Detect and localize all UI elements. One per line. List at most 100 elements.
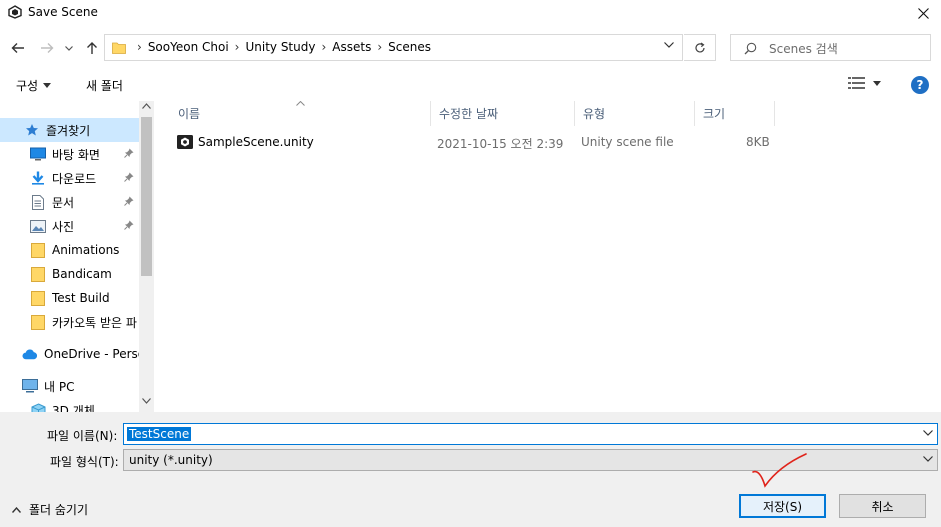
hide-folders-button[interactable]: 폴더 숨기기 — [12, 501, 88, 518]
pin-icon — [124, 148, 134, 158]
toolbar: 구성 새 폴더 — [0, 70, 941, 98]
refresh-icon — [694, 42, 706, 54]
table-row[interactable]: SampleScene.unity 2021-10-15 오전 2:39 Uni… — [170, 131, 770, 153]
scrollbar-thumb[interactable] — [141, 117, 152, 276]
pin-icon — [124, 220, 134, 230]
forward-button[interactable] — [37, 38, 57, 58]
filename-input[interactable]: TestScene — [123, 423, 938, 445]
file-list: 이름 수정한 날짜 유형 크기 SampleScene.unity 2021-1… — [156, 101, 941, 412]
folder-icon — [30, 290, 46, 306]
help-icon[interactable]: ? — [911, 76, 929, 94]
chevron-down-icon — [664, 42, 674, 48]
pin-icon — [124, 196, 134, 206]
file-name: SampleScene.unity — [198, 135, 314, 149]
filetype-select[interactable]: unity (*.unity) — [123, 449, 938, 471]
search-icon — [744, 42, 757, 55]
sidebar-item-label: Test Build — [52, 291, 110, 305]
file-size: 8KB — [746, 135, 770, 149]
recent-locations-button[interactable] — [61, 38, 77, 58]
folder-icon — [30, 314, 46, 330]
arrow-left-icon — [11, 42, 25, 54]
filename-value: TestScene — [127, 427, 192, 441]
file-modified: 2021-10-15 오전 2:39 — [437, 137, 564, 151]
sidebar-item-animations[interactable]: Animations — [0, 238, 139, 262]
sidebar-item-documents[interactable]: 문서 — [0, 190, 139, 214]
chevron-up-icon — [12, 506, 21, 513]
organize-label: 구성 — [16, 79, 39, 93]
sidebar-item-label: Animations — [52, 243, 120, 257]
caret-down-icon — [43, 83, 52, 88]
sidebar-item-label: 즐겨찾기 — [46, 123, 91, 138]
column-header-size[interactable]: 크기 — [695, 101, 775, 126]
sidebar-item-test-build[interactable]: Test Build — [0, 286, 139, 310]
address-dropdown-button[interactable] — [664, 42, 674, 48]
sidebar-item-label: 3D 개체 — [52, 403, 95, 413]
filetype-value: unity (*.unity) — [129, 453, 213, 467]
sidebar-item-3d-objects[interactable]: 3D 개체 — [0, 398, 139, 412]
search-placeholder: Scenes 검색 — [769, 42, 838, 56]
breadcrumb-item[interactable]: Unity Study — [245, 40, 315, 54]
sidebar-item-label: OneDrive - Person — [44, 347, 139, 361]
sidebar-item-label: 바탕 화면 — [52, 147, 100, 162]
back-button[interactable] — [8, 38, 28, 58]
column-header-type[interactable]: 유형 — [575, 101, 695, 126]
navigation-pane: 즐겨찾기 바탕 화면 다운로드 문서 사진 Animations Bandica… — [0, 101, 154, 412]
chevron-right-icon: › — [137, 40, 142, 54]
sidebar-item-label: 사진 — [52, 219, 75, 234]
new-folder-button[interactable]: 새 폴더 — [86, 77, 123, 94]
sidebar-item-pictures[interactable]: 사진 — [0, 214, 139, 238]
unity-file-icon — [177, 135, 193, 149]
chevron-right-icon: › — [321, 40, 327, 54]
pc-icon — [22, 378, 38, 394]
scroll-down-icon[interactable] — [142, 398, 151, 404]
cancel-button[interactable]: 취소 — [839, 494, 926, 518]
sidebar-item-this-pc[interactable]: 내 PC — [0, 374, 139, 398]
sidebar-item-bandicam[interactable]: Bandicam — [0, 262, 139, 286]
picture-icon — [30, 218, 46, 234]
sidebar-item-label: Bandicam — [52, 267, 112, 281]
chevron-down-icon[interactable] — [923, 430, 933, 436]
details-view-icon — [848, 77, 865, 89]
sidebar-item-label: 카카오톡 받은 파 — [52, 315, 137, 330]
organize-button[interactable]: 구성 — [16, 77, 52, 94]
window-title: Save Scene — [28, 5, 98, 19]
title-bar: Save Scene — [0, 0, 941, 26]
breadcrumb-item[interactable]: SooYeon Choi — [148, 40, 229, 54]
sidebar-item-label: 문서 — [52, 195, 75, 210]
chevron-down-icon[interactable] — [923, 456, 933, 462]
filename-label: 파일 이름(N): — [47, 429, 118, 443]
sidebar-item-kakaotalk[interactable]: 카카오톡 받은 파 — [0, 310, 139, 334]
desktop-icon — [30, 146, 46, 162]
scroll-up-icon[interactable] — [142, 103, 151, 109]
up-button[interactable] — [82, 38, 102, 58]
caret-down-icon — [873, 80, 881, 86]
star-icon — [24, 122, 40, 138]
breadcrumb-item[interactable]: Scenes — [388, 40, 431, 54]
column-header-modified[interactable]: 수정한 날짜 — [431, 101, 575, 126]
sidebar-item-quick-access[interactable]: 즐겨찾기 — [0, 118, 139, 142]
breadcrumb-item[interactable]: Assets — [332, 40, 371, 54]
close-button[interactable] — [905, 0, 941, 26]
pin-icon — [124, 172, 134, 182]
red-checkmark-annotation — [750, 452, 810, 502]
sidebar-item-label: 다운로드 — [52, 171, 97, 186]
refresh-button[interactable] — [684, 34, 716, 61]
filetype-label: 파일 형식(T): — [50, 455, 119, 469]
chevron-right-icon: › — [377, 40, 383, 54]
unity-icon — [8, 5, 22, 19]
address-bar[interactable]: › SooYeon Choi › Unity Study › Assets › … — [104, 34, 683, 61]
folder-icon — [30, 266, 46, 282]
close-icon — [917, 7, 929, 19]
cube-icon — [30, 402, 46, 412]
search-input[interactable]: Scenes 검색 — [730, 34, 931, 61]
chevron-down-icon — [65, 45, 73, 51]
arrow-up-icon — [86, 41, 98, 55]
breadcrumb: › SooYeon Choi › Unity Study › Assets › … — [131, 40, 431, 54]
sidebar-item-desktop[interactable]: 바탕 화면 — [0, 142, 139, 166]
folder-icon — [30, 242, 46, 258]
hide-folders-label: 폴더 숨기기 — [29, 503, 89, 517]
sidebar-item-label: 내 PC — [44, 379, 75, 394]
sidebar-item-downloads[interactable]: 다운로드 — [0, 166, 139, 190]
sidebar-item-onedrive[interactable]: OneDrive - Person — [0, 342, 139, 366]
view-options-button[interactable] — [848, 77, 881, 89]
